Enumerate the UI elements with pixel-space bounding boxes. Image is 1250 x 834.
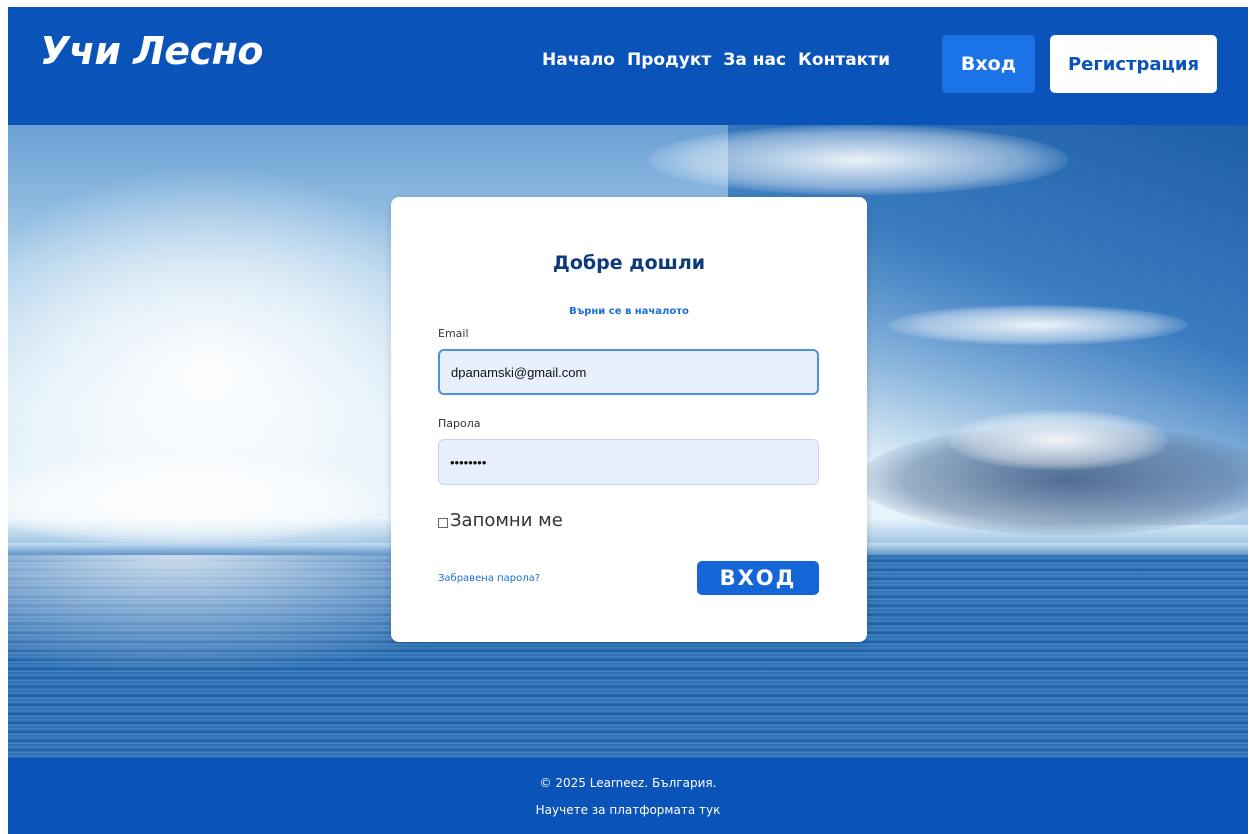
nav-link-home[interactable]: Начало xyxy=(542,50,615,70)
cloud xyxy=(888,305,1188,345)
remember-me-label[interactable]: Запомни ме xyxy=(450,510,563,531)
email-field[interactable] xyxy=(438,349,819,395)
nav-link-about[interactable]: За нас xyxy=(723,50,786,70)
password-field[interactable] xyxy=(438,439,819,485)
remember-me-checkbox[interactable] xyxy=(438,518,448,528)
nav-link-product[interactable]: Продукт xyxy=(627,50,711,70)
site-footer: © 2025 Learneez. България. Научете за пл… xyxy=(8,758,1248,834)
header-register-button[interactable]: Регистрация xyxy=(1050,35,1217,93)
site-logo[interactable]: Учи Лесно xyxy=(40,29,263,73)
email-label: Email xyxy=(438,327,469,340)
forgot-password-link[interactable]: Забравена парола? xyxy=(438,573,540,584)
footer-platform-link[interactable]: Научете за платформата тук xyxy=(8,803,1248,817)
site-header: Учи Лесно Начало Продукт За нас Контакти… xyxy=(8,7,1248,125)
login-card: Добре дошли Върни се в началото Email Па… xyxy=(391,197,867,642)
cloud xyxy=(948,410,1168,470)
login-submit-button[interactable]: ВХОД xyxy=(697,561,819,595)
password-label: Парола xyxy=(438,417,481,430)
cloud xyxy=(648,125,1068,195)
main-nav: Начало Продукт За нас Контакти xyxy=(542,50,902,70)
page: Учи Лесно Начало Продукт За нас Контакти… xyxy=(8,7,1248,834)
header-login-button[interactable]: Вход xyxy=(942,35,1035,93)
footer-copyright: © 2025 Learneez. България. xyxy=(539,776,717,790)
nav-link-contacts[interactable]: Контакти xyxy=(798,50,890,70)
back-to-home-link[interactable]: Върни се в началото xyxy=(391,306,867,317)
remember-me: Запомни ме xyxy=(438,510,563,531)
login-title: Добре дошли xyxy=(552,252,706,274)
